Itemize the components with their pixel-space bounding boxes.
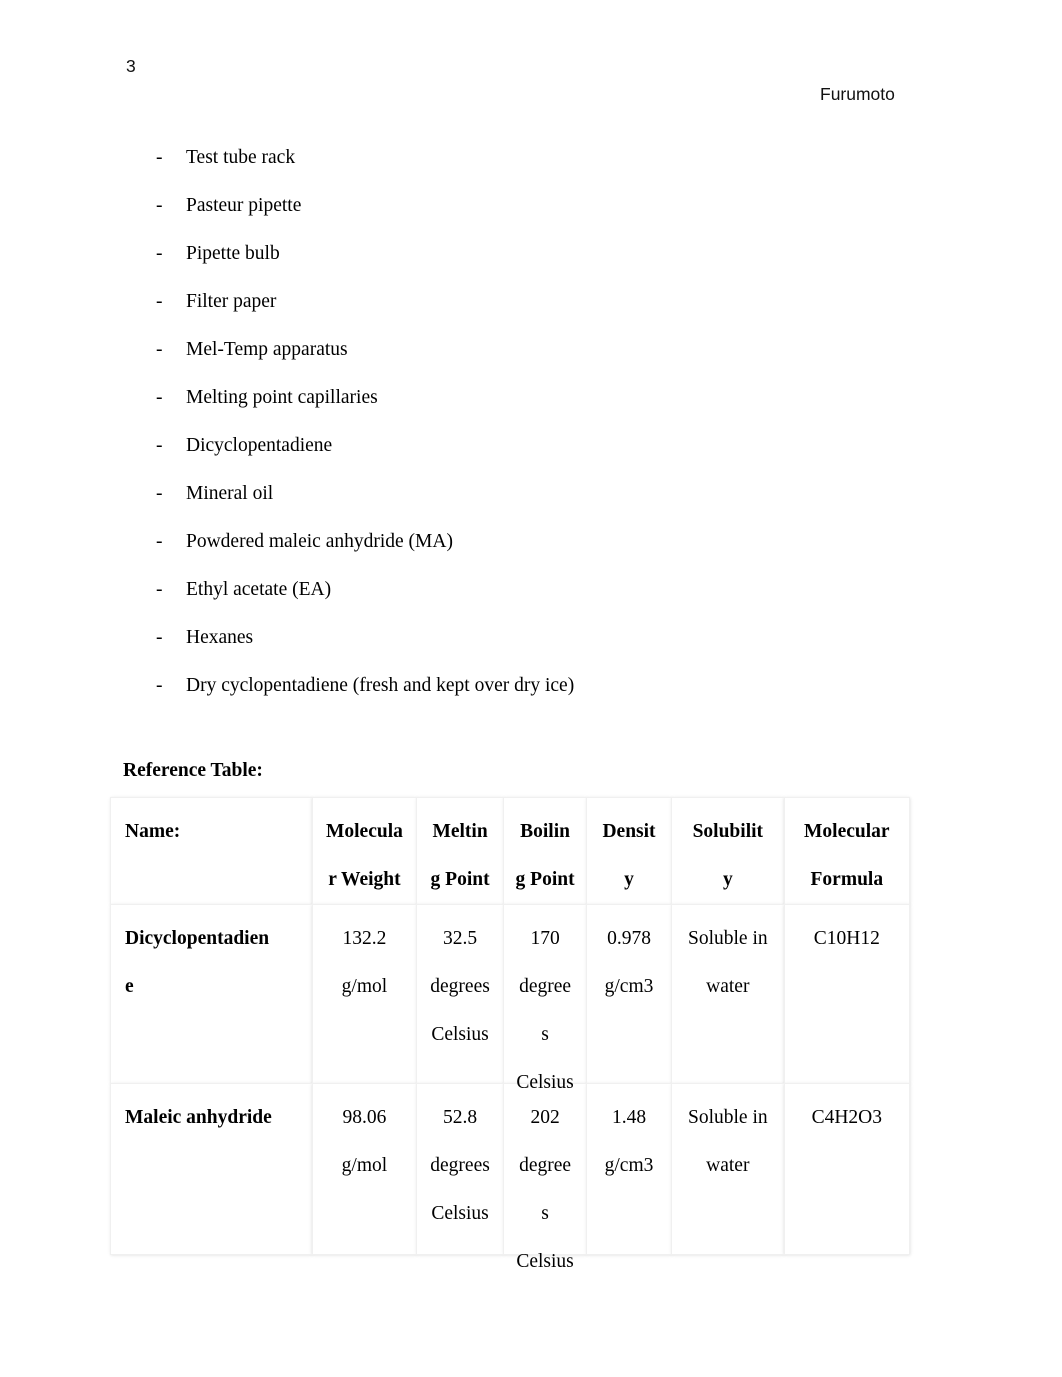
list-bullet-icon: - bbox=[156, 579, 163, 600]
list-item: - Hexanes bbox=[156, 614, 916, 662]
table-row: Dicyclopentadien e 132.2 g/mol 32.5 degr… bbox=[110, 904, 911, 1093]
cell-melting-point: 52.8 degrees Celsius bbox=[415, 1083, 505, 1255]
list-bullet-icon: - bbox=[156, 195, 163, 216]
document-page: 3 Furumoto - Test tube rack - Pasteur pi… bbox=[0, 0, 1062, 1377]
list-item-label: Powdered maleic anhydride (MA) bbox=[186, 531, 453, 552]
column-header-solubility: Solubilit y bbox=[671, 797, 785, 905]
list-bullet-icon: - bbox=[156, 483, 163, 504]
column-header-boiling-point: Boilin g Point bbox=[503, 797, 587, 905]
list-item-label: Dry cyclopentadiene (fresh and kept over… bbox=[186, 675, 575, 696]
column-header-melting-point: Meltin g Point bbox=[415, 797, 505, 905]
cell-name: Dicyclopentadien e bbox=[110, 904, 313, 1084]
list-item: - Pipette bulb bbox=[156, 230, 916, 278]
list-item-label: Pasteur pipette bbox=[186, 195, 302, 216]
column-header-molecular-formula: Molecular Formula bbox=[783, 797, 911, 905]
list-bullet-icon: - bbox=[156, 675, 163, 696]
table-header-row: Name: Molecula r Weight Meltin g Point B… bbox=[110, 797, 911, 905]
cell-overflow-text: Celsius bbox=[516, 1251, 574, 1272]
list-bullet-icon: - bbox=[156, 147, 163, 168]
cell-molecular-formula: C4H2O3 bbox=[783, 1083, 911, 1255]
list-item: - Ethyl acetate (EA) bbox=[156, 566, 916, 614]
cell-solubility: Soluble in water bbox=[671, 904, 785, 1084]
list-bullet-icon: - bbox=[156, 627, 163, 648]
list-item-label: Mineral oil bbox=[186, 483, 274, 504]
list-item: - Melting point capillaries bbox=[156, 374, 916, 422]
list-item: - Test tube rack bbox=[156, 134, 916, 182]
list-bullet-icon: - bbox=[156, 387, 163, 408]
cell-molecular-formula: C10H12 bbox=[783, 904, 911, 1084]
list-item: - Filter paper bbox=[156, 278, 916, 326]
list-item-label: Filter paper bbox=[186, 291, 277, 312]
list-bullet-icon: - bbox=[156, 339, 163, 360]
list-item: - Dicyclopentadiene bbox=[156, 422, 916, 470]
list-bullet-icon: - bbox=[156, 243, 163, 264]
list-item-label: Mel-Temp apparatus bbox=[186, 339, 348, 360]
reference-table: Name: Molecula r Weight Meltin g Point B… bbox=[110, 797, 911, 1272]
list-item-label: Ethyl acetate (EA) bbox=[186, 579, 332, 600]
column-header-density: Densit y bbox=[586, 797, 672, 905]
reference-table-container: Name: Molecula r Weight Meltin g Point B… bbox=[110, 797, 911, 1272]
list-bullet-icon: - bbox=[156, 291, 163, 312]
list-item-label: Hexanes bbox=[186, 627, 254, 648]
list-item: - Mineral oil bbox=[156, 470, 916, 518]
cell-solubility: Soluble in water bbox=[671, 1083, 785, 1255]
cell-boiling-point: 170 degree s Celsius bbox=[503, 904, 587, 1093]
list-item-label: Test tube rack bbox=[186, 147, 296, 168]
cell-boiling-point-inner: 170 degree s Celsius bbox=[508, 915, 582, 1093]
list-bullet-icon: - bbox=[156, 435, 163, 456]
cell-boiling-point: 202 degree s Celsius bbox=[503, 1083, 587, 1272]
cell-boiling-point-inner: 202 degree s Celsius bbox=[508, 1094, 582, 1272]
list-item-label: Melting point capillaries bbox=[186, 387, 378, 408]
list-bullet-icon: - bbox=[156, 531, 163, 552]
column-header-molecular-weight: Molecula r Weight bbox=[311, 797, 418, 905]
list-item-label: Pipette bulb bbox=[186, 243, 280, 264]
cell-molecular-weight: 98.06 g/mol bbox=[311, 1083, 418, 1255]
page-number: 3 bbox=[126, 56, 136, 76]
list-item: - Dry cyclopentadiene (fresh and kept ov… bbox=[156, 662, 916, 710]
cell-molecular-weight: 132.2 g/mol bbox=[311, 904, 418, 1084]
cell-density: 1.48 g/cm3 bbox=[586, 1083, 672, 1255]
cell-name: Maleic anhydride bbox=[110, 1083, 313, 1255]
list-item: - Mel-Temp apparatus bbox=[156, 326, 916, 374]
document-header-author: Furumoto bbox=[820, 84, 895, 104]
column-header-name: Name: bbox=[110, 797, 313, 905]
list-item: - Powdered maleic anhydride (MA) bbox=[156, 518, 916, 566]
list-item: - Pasteur pipette bbox=[156, 182, 916, 230]
materials-list: - Test tube rack - Pasteur pipette - Pip… bbox=[156, 134, 916, 710]
reference-table-heading: Reference Table: bbox=[123, 760, 263, 781]
list-item-label: Dicyclopentadiene bbox=[186, 435, 333, 456]
cell-melting-point: 32.5 degrees Celsius bbox=[415, 904, 505, 1084]
table-row: Maleic anhydride 98.06 g/mol 52.8 degree… bbox=[110, 1083, 911, 1272]
cell-density: 0.978 g/cm3 bbox=[586, 904, 672, 1084]
